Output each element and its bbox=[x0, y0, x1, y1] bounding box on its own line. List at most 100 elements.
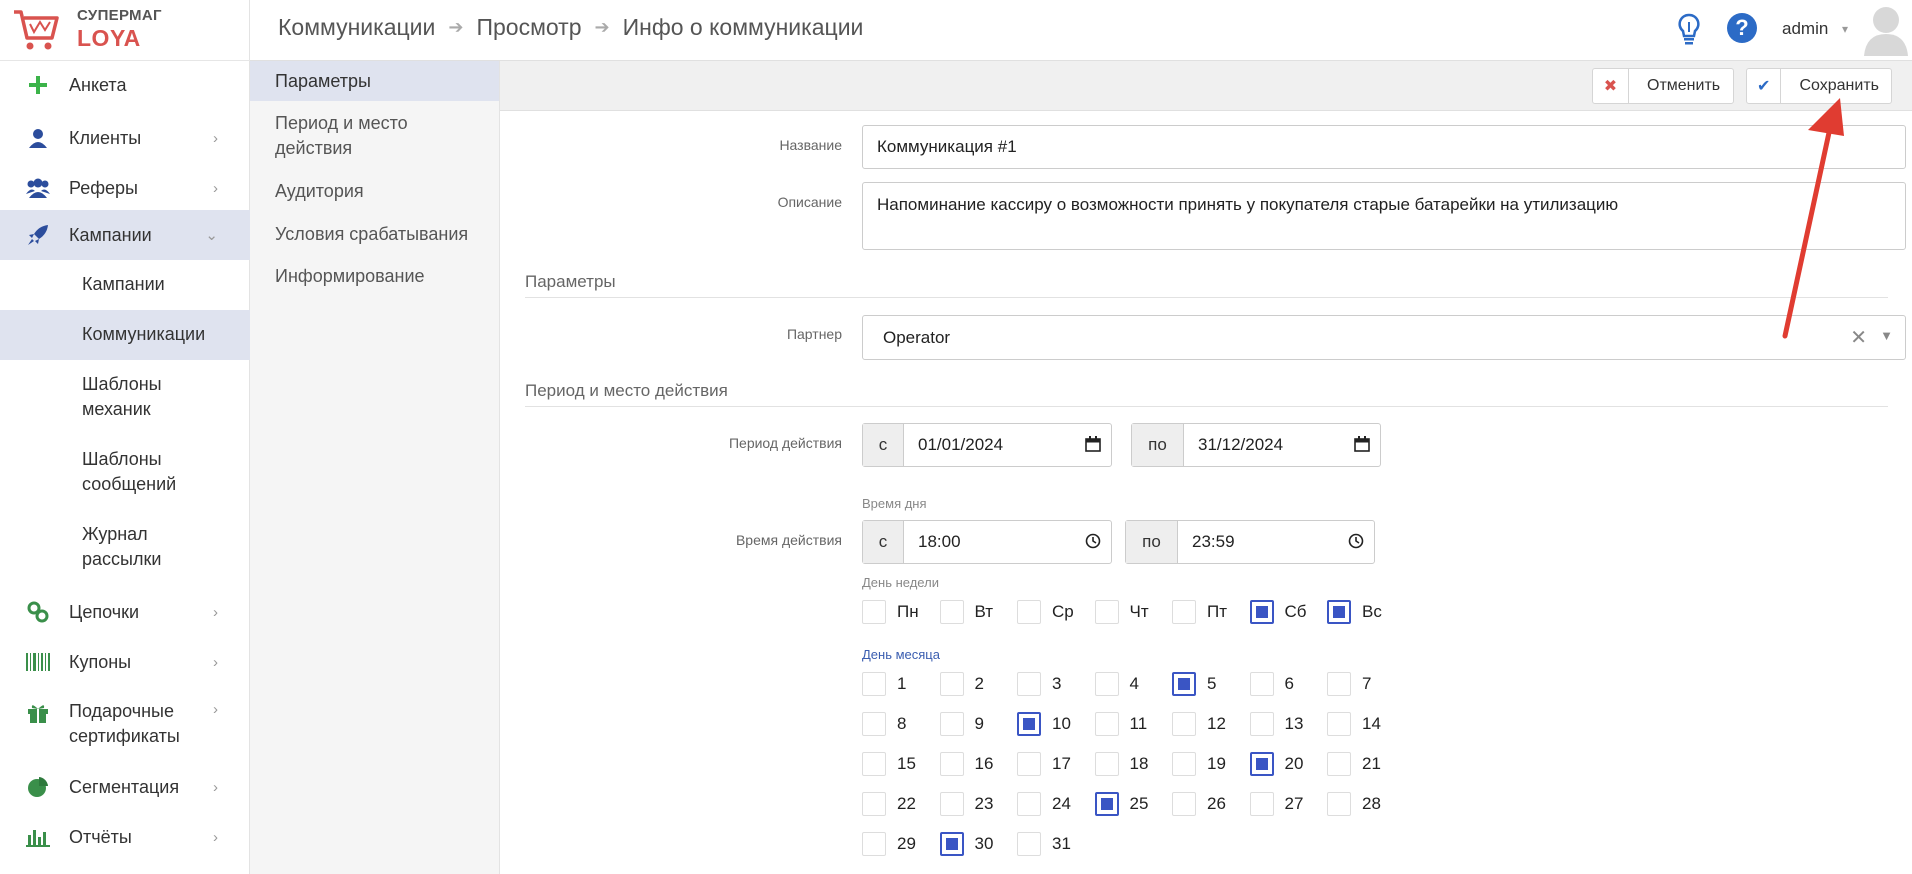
weekday-checkbox[interactable] bbox=[1017, 600, 1041, 624]
section-nav-parameters[interactable]: Параметры bbox=[250, 61, 499, 101]
clock-icon[interactable] bbox=[1085, 533, 1101, 554]
partner-select[interactable]: Operator ✕ ▼ bbox=[862, 315, 1906, 360]
sidebar-item-segmentation[interactable]: Сегментация › bbox=[0, 772, 250, 802]
date-to-field[interactable]: по 31/12/2024 bbox=[1131, 423, 1381, 467]
monthday-checkbox[interactable] bbox=[1172, 752, 1196, 776]
time-from-input[interactable]: 18:00 bbox=[904, 521, 1111, 563]
monthday-label: 6 bbox=[1284, 674, 1294, 693]
user-icon bbox=[26, 126, 50, 150]
section-nav-label: Период и место действия bbox=[275, 113, 408, 158]
lightbulb-icon[interactable] bbox=[1678, 13, 1700, 50]
monthday-checkbox[interactable] bbox=[1094, 752, 1119, 776]
time-from-field[interactable]: с 18:00 bbox=[862, 520, 1112, 564]
sidebar-subitem-label: Шаблоны механик bbox=[82, 374, 162, 419]
sidebar-item-reports[interactable]: Отчёты › bbox=[0, 822, 250, 852]
weekday-checkbox[interactable] bbox=[862, 600, 886, 624]
breadcrumb-item[interactable]: Просмотр bbox=[476, 14, 581, 41]
sidebar-subitem-label: Коммуникации bbox=[82, 324, 206, 344]
cancel-button[interactable]: ✖ Отменить bbox=[1592, 68, 1734, 104]
avatar[interactable] bbox=[1862, 4, 1910, 56]
section-nav-period[interactable]: Период и место действия bbox=[250, 111, 499, 165]
monthday-checkbox[interactable] bbox=[1017, 752, 1041, 776]
monthday-checkbox[interactable] bbox=[1094, 792, 1119, 816]
weekday-checkbox[interactable] bbox=[1249, 600, 1274, 624]
sidebar-item-campaigns[interactable]: Кампании ⌄ bbox=[0, 210, 250, 260]
sidebar-subitem-message-templates[interactable]: Шаблоны сообщений bbox=[0, 447, 250, 499]
monthday-label: 26 bbox=[1207, 794, 1226, 813]
monthday-checkbox[interactable] bbox=[1327, 752, 1351, 776]
monthday-checkbox[interactable] bbox=[1017, 792, 1041, 816]
monthday-checkbox[interactable] bbox=[1172, 712, 1196, 736]
section-title-parameters: Параметры bbox=[525, 272, 1888, 298]
sidebar-item-gift-certificates[interactable]: Подарочные сертификаты › bbox=[0, 697, 250, 751]
monthday-label: 4 bbox=[1129, 674, 1139, 693]
weekday-checkbox[interactable] bbox=[939, 600, 964, 624]
sidebar-subitem-mailing-log[interactable]: Журнал рассылки bbox=[0, 522, 250, 574]
section-nav-label: Аудитория bbox=[275, 181, 364, 201]
monthday-checkbox[interactable] bbox=[1249, 712, 1274, 736]
monthday-checkbox[interactable] bbox=[939, 752, 964, 776]
monthday-checkbox[interactable] bbox=[1172, 792, 1196, 816]
monthday-label: 29 bbox=[897, 834, 916, 853]
sidebar-subitem-campaigns[interactable]: Кампании bbox=[0, 272, 250, 302]
help-icon[interactable]: ? bbox=[1727, 13, 1757, 43]
monthday-checkbox[interactable] bbox=[1249, 672, 1274, 696]
description-textarea[interactable]: Напоминание кассиру о возможности принят… bbox=[862, 182, 1906, 250]
monthday-checkbox[interactable] bbox=[1017, 672, 1041, 696]
monthday-checkbox[interactable] bbox=[1327, 712, 1351, 736]
calendar-icon[interactable] bbox=[1085, 436, 1101, 457]
weekday-checkbox[interactable] bbox=[1327, 600, 1351, 624]
clock-icon[interactable] bbox=[1348, 533, 1364, 554]
monthday-checkbox[interactable] bbox=[1327, 792, 1351, 816]
time-to-value: 23:59 bbox=[1192, 532, 1235, 551]
time-of-day-caption: Время дня bbox=[862, 496, 927, 511]
weekday-checkbox[interactable] bbox=[1094, 600, 1119, 624]
sidebar-subitem-mechanic-templates[interactable]: Шаблоны механик bbox=[0, 372, 250, 424]
date-from-field[interactable]: с 01/01/2024 bbox=[862, 423, 1112, 467]
monthday-checkbox[interactable] bbox=[1017, 832, 1041, 856]
weekday-checkbox[interactable] bbox=[1172, 600, 1196, 624]
date-to-addon: по bbox=[1132, 424, 1184, 466]
time-to-field[interactable]: по 23:59 bbox=[1125, 520, 1375, 564]
section-nav-audience[interactable]: Аудитория bbox=[250, 179, 499, 209]
section-nav-notification[interactable]: Информирование bbox=[250, 264, 499, 294]
monthday-checkbox[interactable] bbox=[1249, 752, 1274, 776]
name-input[interactable]: Коммуникация #1 bbox=[862, 125, 1906, 169]
sidebar-item-referrers[interactable]: Реферы › bbox=[0, 173, 250, 203]
monthday-checkbox[interactable] bbox=[939, 672, 964, 696]
sidebar-item-chains[interactable]: Цепочки › bbox=[0, 597, 250, 627]
monthday-checkbox[interactable] bbox=[1094, 712, 1119, 736]
monthday-checkbox[interactable] bbox=[862, 712, 886, 736]
time-to-input[interactable]: 23:59 bbox=[1178, 521, 1374, 563]
date-to-value: 31/12/2024 bbox=[1198, 435, 1284, 454]
monthday-checkbox[interactable] bbox=[939, 792, 964, 816]
monthday-checkbox[interactable] bbox=[862, 832, 886, 856]
monthday-checkbox[interactable] bbox=[862, 752, 886, 776]
date-to-input[interactable]: 31/12/2024 bbox=[1184, 424, 1380, 466]
monthday-label: 21 bbox=[1362, 754, 1381, 773]
monthday-checkbox[interactable] bbox=[1094, 672, 1119, 696]
monthday-checkbox[interactable] bbox=[939, 712, 964, 736]
caret-down-icon[interactable]: ▼ bbox=[1880, 328, 1893, 343]
link-icon bbox=[26, 600, 50, 624]
monthday-checkbox[interactable] bbox=[939, 832, 964, 856]
date-from-input[interactable]: 01/01/2024 bbox=[904, 424, 1111, 466]
logo[interactable]: СУПЕРМАГ LOYA bbox=[0, 0, 250, 61]
user-menu[interactable]: admin bbox=[1782, 19, 1828, 39]
sidebar-item-anketa[interactable]: Анкета bbox=[0, 70, 250, 100]
section-nav-triggers[interactable]: Условия срабатывания bbox=[250, 222, 499, 252]
monthday-checkbox[interactable] bbox=[1172, 672, 1196, 696]
monthday-checkbox[interactable] bbox=[1249, 792, 1274, 816]
monthday-checkbox[interactable] bbox=[862, 792, 886, 816]
monthday-checkbox[interactable] bbox=[1327, 672, 1351, 696]
monthday-checkbox[interactable] bbox=[1017, 712, 1041, 736]
sidebar-item-coupons[interactable]: Купоны › bbox=[0, 647, 250, 677]
caret-down-icon[interactable]: ▾ bbox=[1842, 22, 1848, 36]
calendar-icon[interactable] bbox=[1354, 436, 1370, 457]
breadcrumb-item[interactable]: Коммуникации bbox=[278, 14, 435, 41]
weekday-caption: День недели bbox=[862, 575, 939, 590]
monthday-checkbox[interactable] bbox=[862, 672, 886, 696]
sidebar-item-clients[interactable]: Клиенты › bbox=[0, 123, 250, 153]
monthday-label: 16 bbox=[974, 754, 994, 773]
sidebar-subitem-communications[interactable]: Коммуникации bbox=[0, 310, 250, 360]
